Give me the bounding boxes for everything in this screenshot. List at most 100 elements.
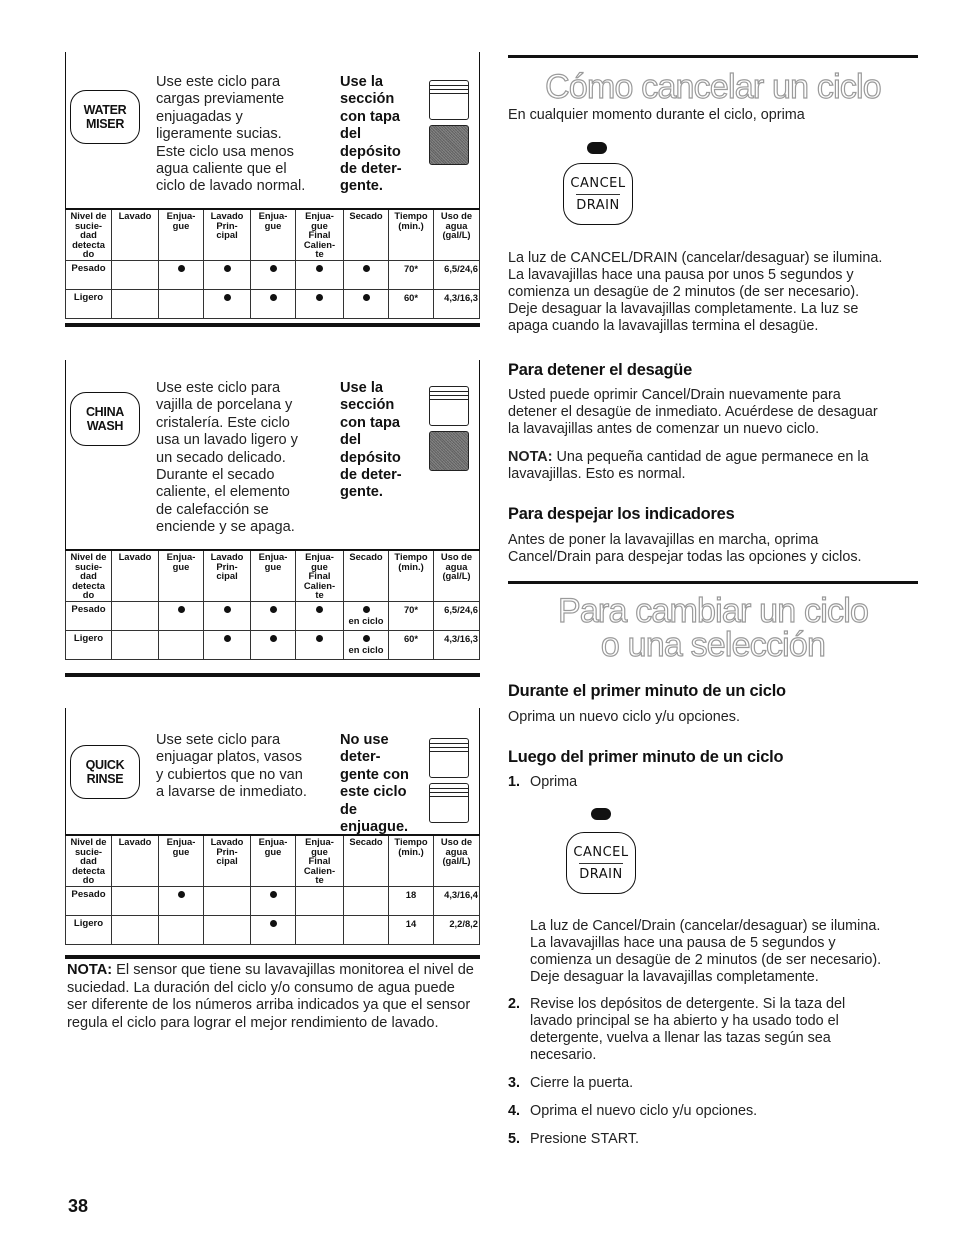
- phase-cell: [343, 259, 389, 290]
- cancel-drain-button[interactable]: CANCEL DRAIN: [566, 832, 636, 894]
- phase-cell: [203, 259, 251, 290]
- time-cell: 70*: [388, 259, 434, 290]
- column-header: Enjua-gue: [158, 207, 204, 261]
- text-line: Use este ciclo para: [156, 74, 281, 90]
- text-line: de: [340, 801, 358, 818]
- column-header: Lavado Prin-cipal: [203, 833, 251, 887]
- text-line: comienza un desagüe de 2 minutos (de ser…: [530, 952, 882, 968]
- header-line: (gal/L): [442, 855, 471, 867]
- cancel-drain-button[interactable]: CANCEL DRAIN: [563, 163, 633, 225]
- detergent-instruction: Use la sección con tapa del depósito de deter…: [340, 74, 430, 196]
- header-line: gue: [264, 560, 282, 572]
- text-line: La lavavajillas hace una pausa por unos …: [508, 267, 854, 283]
- indicator-light-icon: [591, 808, 611, 820]
- covered-detergent-cup-icon: [429, 386, 469, 426]
- phase-cell: [250, 885, 296, 916]
- included-dot-icon: [362, 634, 370, 642]
- phase-cell: [203, 600, 251, 631]
- header-line: te: [315, 589, 324, 601]
- cycle-button-label: QUICK RINSE: [86, 758, 125, 786]
- text-line: Cancel/Drain para despejar todas las opc…: [508, 549, 862, 565]
- phase-cell: [295, 288, 344, 319]
- clear-indicators-heading: Para despejar los indicadores: [508, 505, 735, 523]
- time-cell: 18: [388, 885, 434, 916]
- change-cycle-title-line-2: o una selección: [600, 626, 826, 664]
- column-header: Nivel de sucie-dad detecta do: [65, 207, 112, 261]
- text-line: ligeramente sucias.: [156, 126, 282, 143]
- phase-cell: [111, 600, 159, 631]
- table-row: Ligero 60* 4,3/16,3: [65, 288, 480, 319]
- text-line: gente.: [340, 484, 383, 501]
- page-number: 38: [68, 1196, 89, 1216]
- text-line: a lavarse de inmediato.: [156, 784, 307, 801]
- cycle-description: Use sete ciclo para enjuagar platos, vaso…: [156, 732, 336, 802]
- text-line: La luz de Cancel/Drain (cancelar/desagua…: [530, 918, 881, 934]
- included-dot-icon: [269, 264, 277, 272]
- text-line: comienza un desagüe de 2 minutos (de ser…: [508, 284, 860, 300]
- text-line: usa un lavado ligero y: [156, 432, 298, 449]
- column-header: Secado: [343, 207, 389, 261]
- note-text: Una pequeña cantidad de ague permanece e…: [552, 449, 869, 465]
- stop-drain-note: NOTA: Una pequeña cantidad de ague perma…: [508, 449, 920, 483]
- detergent-instruction: Use la sección con tapa del depósito de deter…: [340, 380, 430, 502]
- phase-cell: [343, 288, 389, 319]
- cancel-label: CANCEL: [573, 845, 629, 860]
- column-header: Lavado: [111, 207, 159, 261]
- step-3: 3. Cierre la puerta.: [508, 1075, 920, 1092]
- text-line: con tapa: [340, 108, 401, 125]
- text-line: depósito: [340, 143, 401, 160]
- step-2: 2. Revise los depósitos de detergente. S…: [508, 996, 920, 1064]
- lid-line: [429, 391, 469, 392]
- table-row: Ligero 14 2,2/8,2: [65, 914, 480, 945]
- cycle-button[interactable]: WATER MISER: [70, 90, 140, 144]
- step-number: 2.: [508, 996, 521, 1012]
- cancel-label: CANCEL: [570, 176, 626, 191]
- cycle-button[interactable]: QUICK RINSE: [70, 745, 140, 799]
- phase-cell: [111, 629, 159, 660]
- water-usage-cell: 6,5/24,6: [433, 259, 480, 290]
- phase-cell: [203, 914, 251, 945]
- included-dot-icon: [269, 605, 277, 613]
- phase-cell: [111, 288, 159, 319]
- column-header: Enjua-gue: [250, 548, 296, 602]
- included-dot-icon: [269, 293, 277, 301]
- lid-line: [429, 743, 469, 744]
- text-line: la lavavajillas antes de comenzar un nue…: [508, 421, 820, 437]
- step-1-description: La luz de Cancel/Drain (cancelar/desagua…: [508, 918, 942, 986]
- text-line: Cierre la puerta.: [530, 1075, 634, 1091]
- lid-line: [429, 85, 469, 86]
- column-header: Enjua-gue: [250, 833, 296, 887]
- header-line: cipal: [216, 570, 238, 582]
- lid-line: [429, 792, 469, 793]
- column-header: Enjua-gue Final Calien-te: [295, 548, 344, 602]
- soil-level-cell: Ligero: [65, 288, 112, 319]
- table-bottom-rule: [65, 323, 480, 327]
- phase-cell: [158, 885, 204, 916]
- cycle-button[interactable]: CHINA WASH: [70, 392, 140, 446]
- section-divider: [508, 55, 918, 58]
- header-line: cipal: [216, 855, 238, 867]
- table-header-row: Nivel de sucie-dad detecta do Lavado Enjua-gu…: [65, 548, 480, 602]
- time-cell: 60*: [388, 629, 434, 660]
- phase-cell: [203, 629, 251, 660]
- lid-line: [429, 93, 469, 94]
- text-line: Durante el secado: [156, 467, 275, 484]
- detergent-instruction: No use deter-gente con este ciclo de enjuagu…: [340, 732, 430, 836]
- text-line: La lavavajillas hace una pausa de 5 segu…: [530, 935, 836, 951]
- column-header: Lavado Prin-cipal: [203, 207, 251, 261]
- text-line: enjuagar platos, vasos: [156, 749, 303, 766]
- header-line: do: [82, 874, 95, 886]
- phase-cell: [250, 288, 296, 319]
- covered-detergent-cup-icon: [429, 738, 469, 778]
- text-line: cristalería. Este ciclo: [156, 414, 290, 431]
- header-line: te: [315, 874, 324, 886]
- text-line: Use la: [340, 380, 383, 396]
- table-header-row: Nivel de sucie-dad detecta do Lavado Enjua-gu…: [65, 833, 480, 887]
- text-line: enjuagadas y: [156, 108, 243, 125]
- label-line: CHINA: [85, 405, 125, 419]
- soil-level-cell: Pesado: [65, 885, 112, 916]
- after-first-minute-heading: Luego del primer minuto de un ciclo: [508, 748, 784, 766]
- water-usage-cell: 4,3/16,4: [433, 885, 480, 916]
- lid-line: [429, 89, 469, 90]
- included-dot-icon: [223, 293, 231, 301]
